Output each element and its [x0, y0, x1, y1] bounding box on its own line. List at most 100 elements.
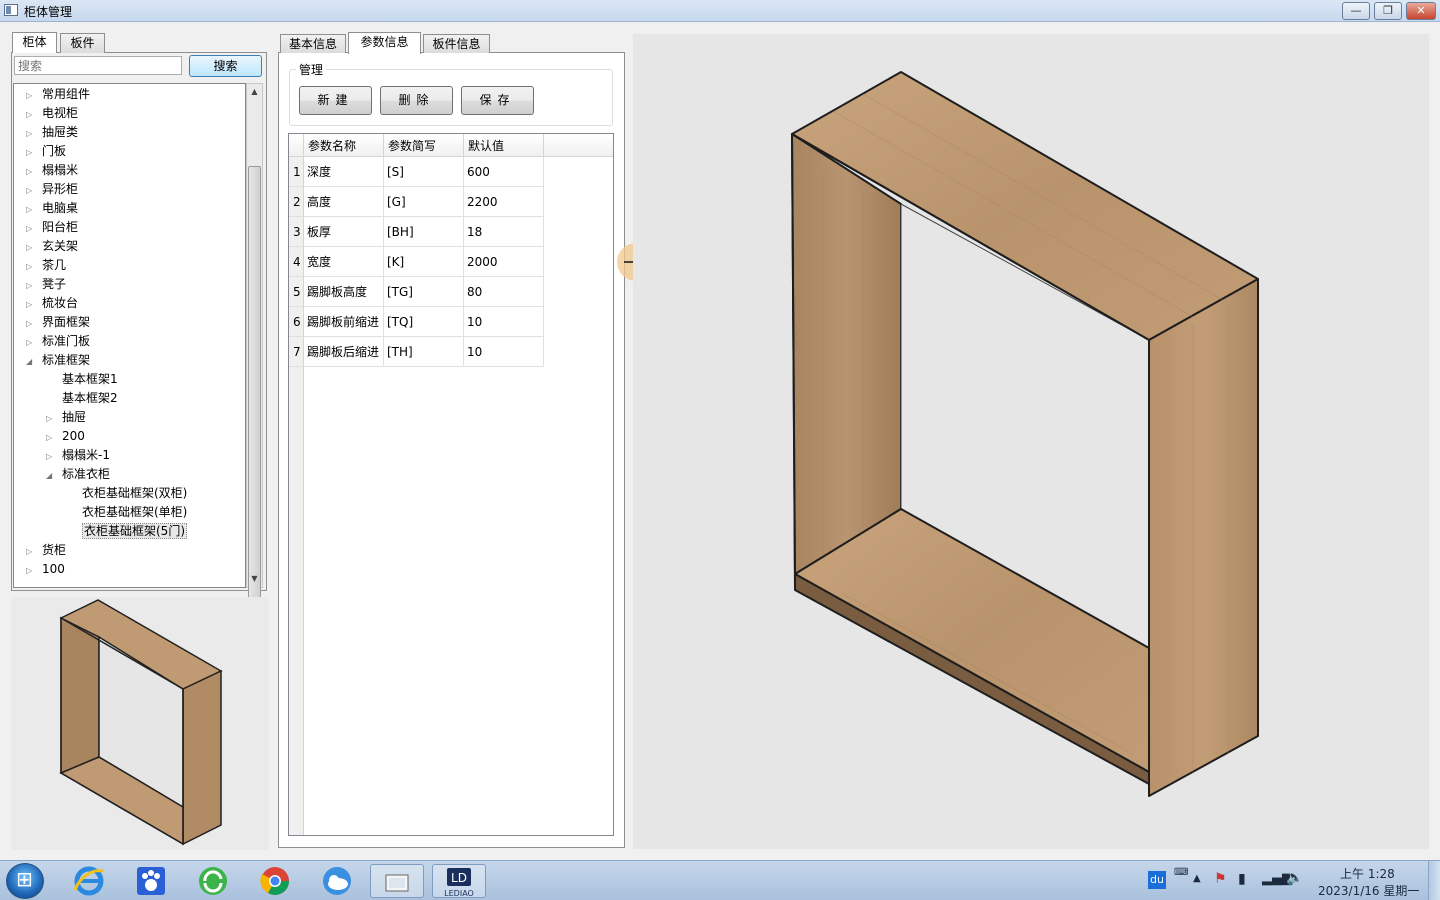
param-name-cell[interactable]: 踢脚板高度 — [304, 277, 384, 307]
column-header[interactable]: 参数名称 — [304, 134, 384, 157]
close-button[interactable]: ✕ — [1406, 2, 1436, 20]
param-value-cell[interactable]: 600 — [464, 157, 544, 187]
tree-scrollbar[interactable]: ▲ ▼ — [246, 83, 263, 653]
refresh-360-icon[interactable] — [186, 864, 240, 898]
tree-item[interactable]: 衣柜基础框架(单柜) — [82, 503, 187, 522]
tree-item[interactable]: ▷ 门板 — [26, 142, 66, 161]
param-abbr-cell[interactable]: [K] — [384, 247, 464, 277]
param-name-cell[interactable]: 宽度 — [304, 247, 384, 277]
tray-expand-icon[interactable]: ▲ — [1193, 873, 1201, 884]
cabinet-tree[interactable]: ▷ 常用组件 ▷ 电视柜 ▷ 抽屉类 ▷ 门板 ▷ 榻榻米 ▷ 异形柜 ▷ 电脑桌 ▷ 阳台柜 ▷ 玄关架 ▷ 茶几 ▷… — [13, 83, 246, 588]
scroll-up-icon[interactable]: ▲ — [247, 84, 262, 100]
tree-item[interactable]: ▷ 常用组件 — [26, 85, 90, 104]
tree-item[interactable]: ▷ 玄关架 — [26, 237, 78, 256]
tree-item[interactable]: ▷ 榻榻米 — [26, 161, 78, 180]
tree-item[interactable]: 基本框架2 — [62, 389, 118, 408]
tab-basic-info[interactable]: 基本信息 — [280, 34, 346, 53]
param-value-cell[interactable]: 10 — [464, 337, 544, 367]
param-name-cell[interactable]: 踢脚板前缩进 — [304, 307, 384, 337]
save-button[interactable]: 保存 — [461, 86, 534, 115]
expand-arrow-icon[interactable]: ▷ — [26, 105, 38, 124]
table-row[interactable]: 1 深度 [S] 600 — [289, 157, 544, 187]
tree-item[interactable]: ▷ 货柜 — [26, 541, 66, 560]
tree-item[interactable]: ▷ 茶几 — [26, 256, 66, 275]
tray-time[interactable]: 上午 1:28 — [1340, 865, 1395, 882]
tab-board-info[interactable]: 板件信息 — [423, 34, 490, 53]
expand-arrow-icon[interactable]: ▷ — [26, 333, 38, 352]
tree-item[interactable]: ▷ 电视柜 — [26, 104, 78, 123]
param-abbr-cell[interactable]: [BH] — [384, 217, 464, 247]
new-button[interactable]: 新建 — [299, 86, 372, 115]
param-name-cell[interactable]: 板厚 — [304, 217, 384, 247]
expand-arrow-icon[interactable]: ▷ — [26, 143, 38, 162]
tree-item[interactable]: ▷ 榻榻米-1 — [46, 446, 110, 465]
expand-arrow-icon[interactable]: ▷ — [26, 314, 38, 333]
expand-arrow-icon[interactable]: ▷ — [26, 200, 38, 219]
chrome-icon[interactable] — [248, 864, 302, 898]
tree-item[interactable]: ◢ 标准框架 — [26, 351, 90, 370]
baidu-du-tray-icon[interactable]: du — [1148, 871, 1166, 889]
param-name-cell[interactable]: 高度 — [304, 187, 384, 217]
tab-param-info[interactable]: 参数信息 — [348, 32, 421, 54]
expand-arrow-icon[interactable]: ▷ — [26, 86, 38, 105]
param-value-cell[interactable]: 18 — [464, 217, 544, 247]
maximize-button[interactable]: ❐ — [1374, 2, 1402, 20]
param-abbr-cell[interactable]: [G] — [384, 187, 464, 217]
minimize-button[interactable]: — — [1342, 2, 1370, 20]
baidu-paw-icon[interactable] — [124, 864, 178, 898]
tree-item[interactable]: ▷ 抽屉类 — [26, 123, 78, 142]
tree-item[interactable]: ▷ 100 — [26, 560, 65, 579]
show-desktop-button[interactable] — [1428, 861, 1440, 900]
param-abbr-cell[interactable]: [S] — [384, 157, 464, 187]
collapse-arrow-icon[interactable]: ◢ — [26, 352, 38, 371]
table-row[interactable]: 6 踢脚板前缩进 [TQ] 10 — [289, 307, 544, 337]
3d-viewport[interactable] — [633, 34, 1429, 849]
tray-keyboard-icon[interactable]: ⌨ — [1174, 867, 1188, 878]
expand-arrow-icon[interactable]: ▷ — [26, 181, 38, 200]
param-abbr-cell[interactable]: [TG] — [384, 277, 464, 307]
expand-arrow-icon[interactable]: ▷ — [26, 561, 38, 580]
ie-icon[interactable] — [62, 864, 116, 898]
cloud-icon[interactable] — [310, 864, 364, 898]
expand-arrow-icon[interactable]: ▷ — [26, 124, 38, 143]
table-row[interactable]: 4 宽度 [K] 2000 — [289, 247, 544, 277]
search-input[interactable] — [14, 56, 182, 75]
tray-flag-icon[interactable]: ⚑ — [1214, 871, 1227, 887]
tree-item[interactable]: ▷ 界面框架 — [26, 313, 90, 332]
expand-arrow-icon[interactable]: ▷ — [26, 238, 38, 257]
param-value-cell[interactable]: 10 — [464, 307, 544, 337]
expand-arrow-icon[interactable]: ▷ — [46, 428, 58, 447]
explorer-icon[interactable] — [370, 864, 424, 898]
column-header[interactable]: 参数简写 — [384, 134, 464, 157]
tree-item[interactable]: ▷ 凳子 — [26, 275, 66, 294]
scroll-down-icon[interactable]: ▼ — [247, 571, 262, 587]
tree-item[interactable]: ▷ 阳台柜 — [26, 218, 78, 237]
table-row[interactable]: 3 板厚 [BH] 18 — [289, 217, 544, 247]
start-button[interactable] — [6, 863, 44, 899]
tree-item[interactable]: ▷ 异形柜 — [26, 180, 78, 199]
tree-item[interactable]: ▷ 标准门板 — [26, 332, 90, 351]
expand-arrow-icon[interactable]: ▷ — [26, 162, 38, 181]
tray-date[interactable]: 2023/1/16 星期一 — [1318, 882, 1419, 899]
tree-item[interactable]: ▷ 200 — [46, 427, 85, 446]
tab-panel[interactable]: 板件 — [60, 33, 105, 53]
param-value-cell[interactable]: 80 — [464, 277, 544, 307]
expand-arrow-icon[interactable]: ▷ — [26, 219, 38, 238]
search-button[interactable]: 搜索 — [189, 55, 262, 77]
expand-arrow-icon[interactable]: ▷ — [46, 447, 58, 466]
column-header[interactable]: 默认值 — [464, 134, 544, 157]
param-table[interactable]: 参数名称 参数简写 默认值 1 深度 [S] 600 2 高度 [G] 2200 3 板厚 [BH]… — [288, 133, 614, 836]
tree-item[interactable]: ▷ 抽屉 — [46, 408, 86, 427]
param-value-cell[interactable]: 2200 — [464, 187, 544, 217]
expand-arrow-icon[interactable]: ▷ — [46, 409, 58, 428]
param-value-cell[interactable]: 2000 — [464, 247, 544, 277]
tree-item[interactable]: 衣柜基础框架(双柜) — [82, 484, 187, 503]
tree-item[interactable]: ▷ 梳妆台 — [26, 294, 78, 313]
param-name-cell[interactable]: 深度 — [304, 157, 384, 187]
param-abbr-cell[interactable]: [TH] — [384, 337, 464, 367]
tree-item[interactable]: 衣柜基础框架(5门) — [82, 522, 187, 541]
expand-arrow-icon[interactable]: ▷ — [26, 257, 38, 276]
tab-cabinet[interactable]: 柜体 — [12, 32, 57, 53]
ledao-icon[interactable]: LD LEDIAO — [432, 864, 486, 898]
table-row[interactable]: 7 踢脚板后缩进 [TH] 10 — [289, 337, 544, 367]
